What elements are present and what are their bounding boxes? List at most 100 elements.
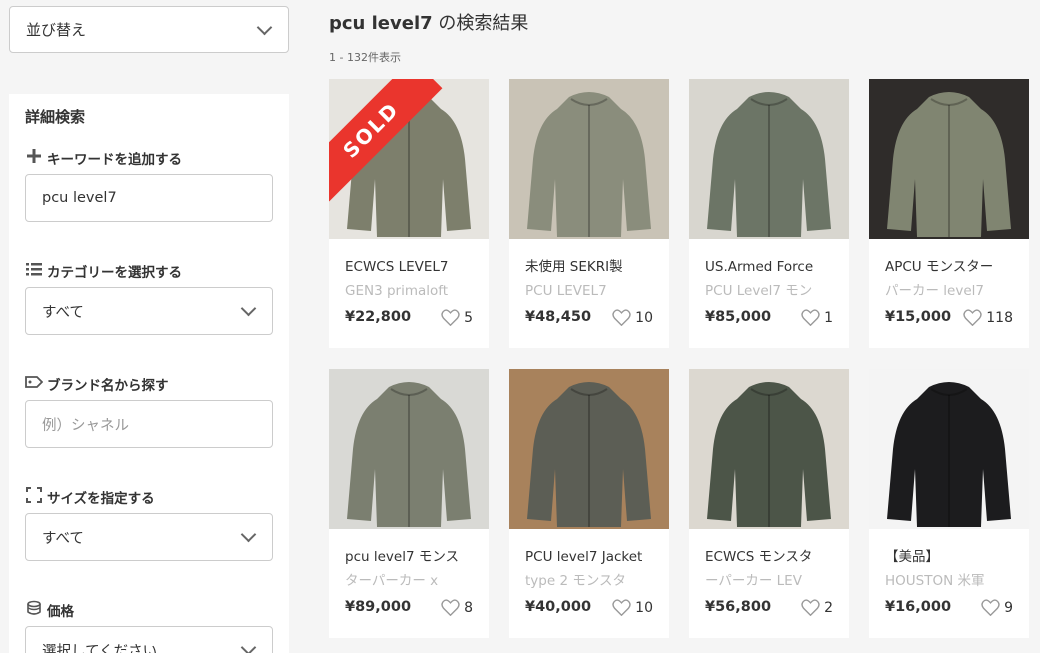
plus-icon (25, 149, 43, 167)
heart-icon (801, 309, 820, 326)
item-thumbnail[interactable] (689, 369, 849, 529)
item-name: APCU モンスター パーカー level7 (885, 255, 1017, 303)
heart-icon (441, 599, 460, 616)
like-button[interactable]: 9 (981, 599, 1013, 616)
item-card[interactable]: PCU level7 Jacket type 2 モンスタ ¥40,000 10 (509, 369, 669, 638)
size-value: すべて (42, 530, 84, 547)
chevron-down-icon (256, 19, 273, 35)
item-name-line2: パーカー level7 (885, 283, 984, 299)
sort-select[interactable]: 並び替え (9, 6, 289, 53)
like-button[interactable]: 10 (612, 599, 653, 616)
item-name-line1: APCU モンスター (885, 259, 994, 275)
like-count: 9 (1004, 599, 1013, 616)
item-name-line1: 未使用 SEKRI製 (525, 259, 623, 275)
item-name-line1: US.Armed Force (705, 259, 814, 275)
item-price: ¥22,800 (345, 309, 412, 325)
item-price: ¥15,000 (885, 309, 952, 325)
heart-icon (441, 309, 460, 326)
item-name-line1: pcu level7 モンス (345, 549, 460, 565)
category-label: カテゴリーを選択する (47, 265, 182, 281)
like-count: 5 (464, 309, 473, 326)
like-button[interactable]: 118 (963, 309, 1013, 326)
item-name: ECWCS モンスタ ーパーカー LEV (705, 545, 837, 593)
results-count: 1 - 132件表示 (329, 51, 401, 64)
item-name: pcu level7 モンス ターパーカー x (345, 545, 477, 593)
item-price: ¥89,000 (345, 599, 412, 615)
item-name-line2: ーパーカー LEV (705, 573, 802, 589)
price-section-label: 価格 (25, 600, 74, 620)
item-card[interactable]: ECWCS モンスタ ーパーカー LEV ¥56,800 2 (689, 369, 849, 638)
like-button[interactable]: 5 (441, 309, 473, 326)
brand-section-label: ブランド名から探す (25, 374, 169, 394)
item-thumbnail[interactable] (329, 79, 489, 239)
item-price: ¥48,450 (525, 309, 592, 325)
heart-icon (612, 599, 631, 616)
item-price: ¥16,000 (885, 599, 952, 615)
item-thumbnail[interactable] (329, 369, 489, 529)
item-card[interactable]: 未使用 SEKRI製 PCU LEVEL7 ¥48,450 10 (509, 79, 669, 348)
item-thumbnail[interactable] (869, 369, 1029, 529)
size-select[interactable]: すべて (25, 513, 273, 561)
coins-icon (25, 600, 43, 620)
item-price: ¥40,000 (525, 599, 592, 615)
item-name-line1: 【美品】 (885, 549, 939, 565)
item-name-line1: ECWCS LEVEL7 (345, 259, 449, 275)
item-name: ECWCS LEVEL7 GEN3 primaloft (345, 255, 477, 303)
item-name-line2: PCU LEVEL7 (525, 283, 607, 299)
item-name: US.Armed Force PCU Level7 モン (705, 255, 837, 303)
item-name: 【美品】 HOUSTON 米軍 (885, 545, 1017, 593)
keyword-section-label: キーワードを追加する (25, 148, 182, 168)
item-card[interactable]: 【美品】 HOUSTON 米軍 ¥16,000 9 (869, 369, 1029, 638)
item-card[interactable]: ECWCS LEVEL7 GEN3 primaloft ¥22,800 5 SO… (329, 79, 489, 348)
panel-title: 詳細検索 (25, 108, 86, 126)
item-thumbnail[interactable] (869, 79, 1029, 239)
item-thumbnail[interactable] (509, 369, 669, 529)
item-price: ¥56,800 (705, 599, 772, 615)
item-thumbnail[interactable] (689, 79, 849, 239)
item-card[interactable]: pcu level7 モンス ターパーカー x ¥89,000 8 (329, 369, 489, 638)
like-count: 10 (635, 309, 653, 326)
chevron-down-icon (240, 639, 257, 653)
category-select[interactable]: すべて (25, 287, 273, 335)
brand-placeholder: 例）シャネル (42, 417, 129, 434)
keyword-input[interactable]: pcu level7 (25, 174, 273, 222)
item-card[interactable]: APCU モンスター パーカー level7 ¥15,000 118 (869, 79, 1029, 348)
item-thumbnail[interactable] (509, 79, 669, 239)
tag-icon (25, 375, 44, 393)
item-price: ¥85,000 (705, 309, 772, 325)
brand-input[interactable]: 例）シャネル (25, 400, 273, 448)
brand-label: ブランド名から探す (47, 378, 169, 394)
size-icon (25, 487, 43, 507)
search-query: pcu level7 (329, 13, 433, 34)
like-count: 2 (824, 599, 833, 616)
item-name-line2: HOUSTON 米軍 (885, 573, 985, 589)
size-section-label: サイズを指定する (25, 487, 155, 507)
keyword-label: キーワードを追加する (47, 152, 182, 168)
chevron-down-icon (240, 300, 257, 317)
like-button[interactable]: 8 (441, 599, 473, 616)
results-title: pcu level7 の検索結果 (329, 9, 528, 35)
item-name-line2: PCU Level7 モン (705, 283, 813, 299)
heart-icon (612, 309, 631, 326)
list-icon (25, 262, 43, 280)
category-section-label: カテゴリーを選択する (25, 261, 182, 281)
size-label: サイズを指定する (47, 491, 155, 507)
sort-label: 並び替え (26, 21, 87, 39)
category-value: すべて (42, 304, 84, 321)
like-count: 8 (464, 599, 473, 616)
price-label: 価格 (47, 604, 74, 620)
keyword-value: pcu level7 (42, 190, 117, 206)
item-name: PCU level7 Jacket type 2 モンスタ (525, 545, 657, 593)
results-suffix: の検索結果 (432, 13, 529, 34)
item-name-line2: ターパーカー x (345, 573, 439, 589)
item-name-line1: ECWCS モンスタ (705, 549, 813, 565)
like-button[interactable]: 2 (801, 599, 833, 616)
item-card[interactable]: US.Armed Force PCU Level7 モン ¥85,000 1 (689, 79, 849, 348)
item-name-line2: type 2 モンスタ (525, 573, 627, 589)
like-button[interactable]: 1 (801, 309, 833, 326)
heart-icon (981, 599, 1000, 616)
price-select[interactable]: 選択してください (25, 626, 273, 653)
like-button[interactable]: 10 (612, 309, 653, 326)
chevron-down-icon (240, 526, 257, 543)
like-count: 1 (824, 309, 833, 326)
